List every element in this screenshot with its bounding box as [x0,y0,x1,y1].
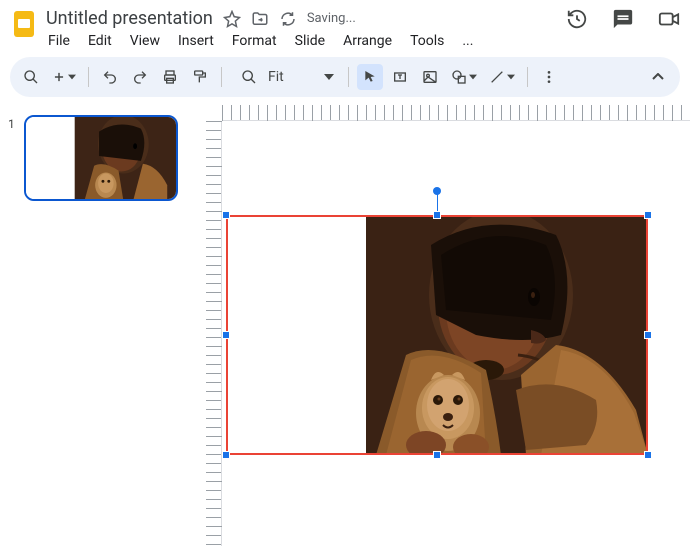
toolbar: Fit [10,57,680,97]
meet-icon[interactable] [658,8,680,30]
new-slide-button[interactable] [48,64,80,90]
menu-tools[interactable]: Tools [410,33,444,49]
horizontal-ruler [222,105,690,121]
star-icon[interactable] [223,10,241,28]
resize-handle-tl[interactable] [222,211,230,219]
menu-more[interactable]: ... [462,33,473,49]
zoom-dropdown-icon[interactable] [290,74,334,80]
textbox-tool[interactable] [387,64,413,90]
paint-format-button[interactable] [187,64,213,90]
image-tool[interactable] [417,64,443,90]
line-tool[interactable] [485,64,519,90]
resize-handle-b[interactable] [433,451,441,459]
menu-format[interactable]: Format [232,33,277,49]
more-tools-icon[interactable] [536,64,562,90]
collapse-toolbar-icon[interactable] [644,63,672,91]
menu-slide[interactable]: Slide [295,33,325,49]
slide-thumbnail[interactable]: 1 [8,115,190,201]
rotate-handle[interactable] [433,187,441,195]
cloud-status-icon[interactable] [279,10,297,28]
resize-handle-t[interactable] [433,211,441,219]
thumbnail-image [26,117,176,199]
filmstrip: 1 [0,105,198,546]
slides-logo[interactable] [10,6,38,42]
move-folder-icon[interactable] [251,10,269,28]
undo-button[interactable] [97,64,123,90]
saving-status: Saving... [307,11,356,26]
menu-edit[interactable]: Edit [88,33,112,49]
resize-handle-br[interactable] [644,451,652,459]
resize-handle-r[interactable] [644,331,652,339]
vertical-ruler [206,121,222,546]
shape-tool[interactable] [447,64,481,90]
redo-button[interactable] [127,64,153,90]
history-icon[interactable] [566,8,588,30]
zoom-level[interactable]: Fit [268,69,284,85]
slide-canvas[interactable] [226,215,648,455]
menu-arrange[interactable]: Arrange [343,33,392,49]
print-button[interactable] [157,64,183,90]
resize-handle-l[interactable] [222,331,230,339]
menu-bar: File Edit View Insert Format Slide Arran… [46,29,566,57]
canvas-area[interactable] [198,105,690,546]
document-title[interactable]: Untitled presentation [46,8,213,29]
menu-file[interactable]: File [48,33,70,49]
resize-handle-bl[interactable] [222,451,230,459]
menu-view[interactable]: View [130,33,160,49]
menu-insert[interactable]: Insert [178,33,214,49]
select-tool[interactable] [357,64,383,90]
search-menus-icon[interactable] [18,64,44,90]
resize-handle-tr[interactable] [644,211,652,219]
comments-icon[interactable] [612,8,634,30]
slide-number: 1 [8,115,18,201]
selection-outline [226,215,648,455]
zoom-icon[interactable] [236,64,262,90]
